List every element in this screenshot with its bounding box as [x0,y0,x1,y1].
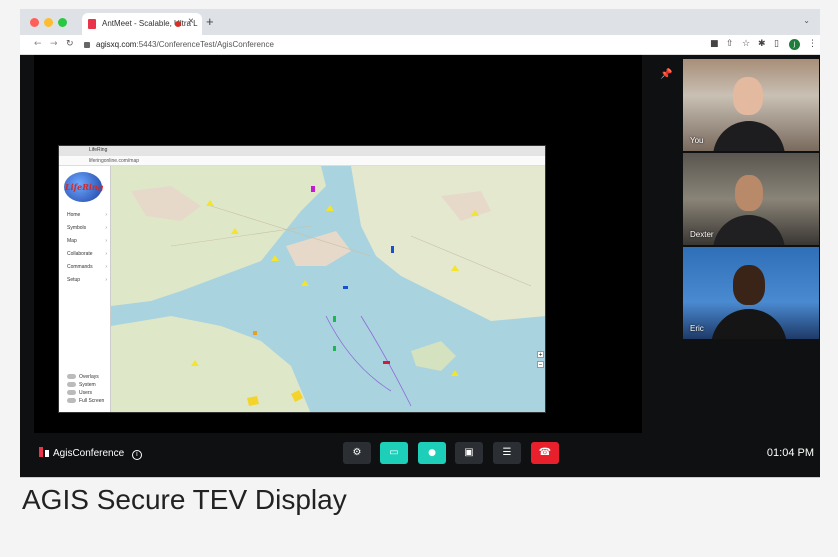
extensions-icon[interactable]: ✱ [758,39,766,49]
menu-item-map: Map › [67,238,107,244]
microphone-button[interactable]: ● [418,442,446,464]
settings-button[interactable]: ⚙ [343,442,371,464]
participant-name: You [690,136,704,145]
camera-button[interactable]: ▭ [380,442,408,464]
address-bar: ← → ↻ agisxq.com:5443/ConferenceTest/Agi… [20,35,820,55]
share-icon[interactable]: ⇧ [726,39,734,49]
tab-title: AntMeet - Scalable, Ultra L [102,19,198,28]
browser-tab-bar: AntMeet - Scalable, Ultra L × + ⌄ [20,9,820,35]
participant-video-eric [733,265,765,305]
menu-item-symbols: Symbols › [67,225,107,231]
brand-logo-icon [39,447,43,457]
settings-icon: ⚙ [352,447,362,458]
minimize-window-button[interactable] [44,18,53,27]
app-favicon-icon [88,19,96,29]
url-field[interactable]: agisxq.com:5443/ConferenceTest/AgisConfe… [84,38,684,52]
menu-item-collaborate: Collaborate › [67,251,107,257]
screen-share-button[interactable]: ▣ [455,442,483,464]
participant-name: Dexter [690,230,714,239]
toggle-system: System [67,382,96,388]
screen-share-icon: ▣ [464,447,474,458]
maximize-window-button[interactable] [58,18,67,27]
room-name: AgisConference [53,448,125,459]
toggle-users: Users [67,390,92,396]
caption-divider [20,477,820,478]
close-tab-button[interactable]: × [188,16,194,27]
end-call-icon: ☎ [538,447,552,458]
toggle-full-screen: Full Screen [67,398,104,404]
image-caption: AGIS Secure TEV Display [22,484,347,515]
reload-icon[interactable]: ↻ [66,39,74,49]
recording-indicator-icon [175,21,181,27]
close-window-button[interactable] [30,18,39,27]
chat-icon: ☰ [502,447,512,458]
end-call-button[interactable]: ☎ [531,442,559,464]
map-graphic [111,166,545,412]
meeting-clock: 01:04 PM [766,447,814,459]
shared-url: liferingonline.com/map [89,158,140,164]
participant-name: Eric [690,324,704,333]
participant-tile-eric[interactable]: Eric [683,247,819,339]
menu-item-setup: Setup › [67,277,107,283]
main-video-stage: LifeRing liferingonline.com/map LifeRing… [34,55,642,433]
back-arrow-icon[interactable]: ← [34,39,42,49]
sidebar-icon[interactable]: ▯ [774,39,779,49]
info-icon[interactable]: i [131,450,142,460]
pin-icon[interactable]: 📌 [660,69,672,80]
menu-item-home: Home › [67,212,107,218]
browser-menu-icon[interactable]: ⋮ [808,39,817,49]
participant-tile-dexter[interactable]: Dexter [683,153,819,245]
map-zoom-in-button: + [537,351,544,358]
participant-tile-you[interactable]: You [683,59,819,151]
microphone-icon: ● [428,448,436,458]
shared-tab-bar: LifeRing [59,146,545,156]
forward-arrow-icon[interactable]: → [50,39,58,49]
app-window: AntMeet - Scalable, Ultra L × + ⌄ ← → ↻ … [20,9,820,477]
camera-permission-icon[interactable]: ■ [710,39,719,49]
url-host: agisxq.com [96,40,137,49]
shared-tab-title: LifeRing [89,147,108,153]
bookmark-star-icon[interactable]: ☆ [742,39,750,49]
shared-sidebar: LifeRing Home › Symbols › Map › Collaborate… [59,166,111,412]
new-tab-button[interactable]: + [206,14,214,29]
app-logo-text: LifeRing [65,182,104,192]
browser-tab[interactable]: AntMeet - Scalable, Ultra L × [82,13,202,35]
url-path: :5443/ConferenceTest/AgisConference [136,40,274,49]
lock-icon [84,41,90,48]
room-info: AgisConference i [39,447,142,460]
camera-icon: ▭ [389,447,399,458]
menu-item-commands: Commands › [67,264,107,270]
shared-address-bar: liferingonline.com/map [59,156,545,166]
participant-video-you [733,77,763,115]
profile-avatar[interactable]: J [789,39,800,50]
map-zoom-out-button: − [537,361,544,368]
tab-list-button[interactable]: ⌄ [803,16,810,25]
meeting-toolbar: AgisConference i ⚙ ▭ ● ▣ ☰ ☎ 01:04 PM [20,433,820,477]
map-view: + − [111,166,545,412]
shared-screen: LifeRing liferingonline.com/map LifeRing… [58,145,546,413]
participant-video-dexter [735,175,763,211]
toggle-overlays: Overlays [67,374,99,380]
chat-button[interactable]: ☰ [493,442,521,464]
